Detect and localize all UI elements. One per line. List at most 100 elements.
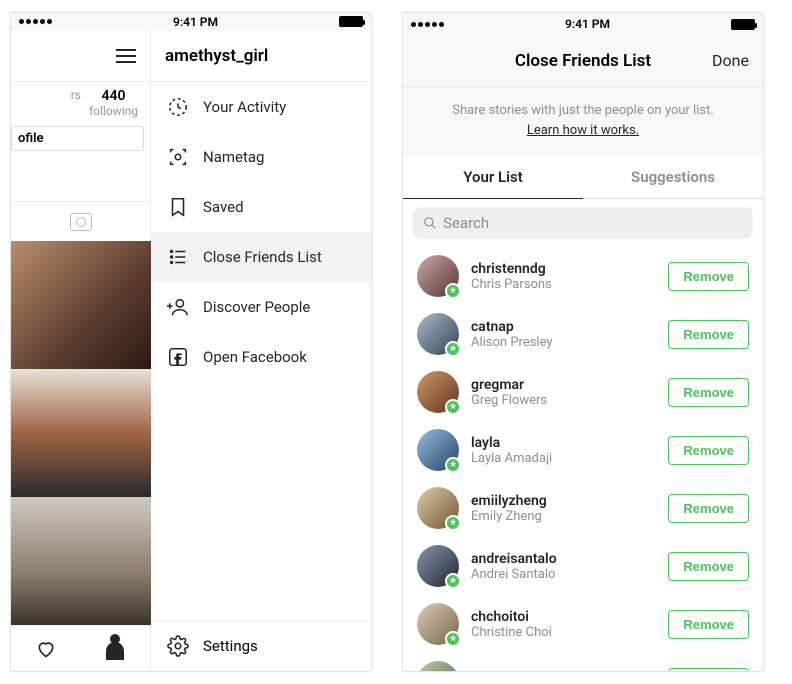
search-placeholder: Search	[443, 214, 489, 232]
remove-button[interactable]: Remove	[668, 436, 749, 465]
settings-label: Settings	[203, 637, 258, 655]
friend-list: ★ christenndgChris Parsons Remove ★ catnapAl…	[403, 247, 763, 671]
menu-item-label: Open Facebook	[203, 348, 307, 366]
friend-text: catnapAlison Presley	[471, 319, 656, 350]
remove-button[interactable]: Remove	[668, 494, 749, 523]
menu-item-list[interactable]: Close Friends List	[151, 232, 371, 282]
photo-thumbnail[interactable]	[11, 369, 151, 497]
star-badge-icon: ★	[445, 457, 461, 473]
friend-fullname: Alison Presley	[471, 335, 656, 350]
edit-profile-button[interactable]: ofile	[11, 126, 144, 151]
friend-username: gregmar	[471, 377, 656, 393]
profile-person-icon[interactable]	[104, 638, 126, 660]
screen-header: Close Friends List Done	[403, 35, 763, 87]
following-stat[interactable]: 440 following	[81, 88, 146, 118]
star-badge-icon: ★	[445, 399, 461, 415]
friend-username: catnap	[471, 319, 656, 335]
remove-button[interactable]: Remove	[668, 552, 749, 581]
status-time: 9:41 PM	[173, 15, 218, 29]
info-text: Share stories with just the people on yo…	[423, 101, 743, 121]
avatar[interactable]: ★	[417, 487, 459, 529]
tab-suggestions[interactable]: Suggestions	[583, 156, 763, 199]
remove-button[interactable]: Remove	[668, 262, 749, 291]
learn-link[interactable]: Learn how it works.	[527, 123, 639, 138]
friend-fullname: Greg Flowers	[471, 393, 656, 408]
friend-text: christenndgChris Parsons	[471, 261, 656, 292]
friend-text: andreisantaloAndrei Santalo	[471, 551, 656, 582]
friend-fullname: Layla Amadaji	[471, 451, 656, 466]
menu-item-label: Discover People	[203, 298, 310, 316]
activity-icon	[167, 96, 189, 118]
menu-item-facebook[interactable]: Open Facebook	[151, 332, 371, 382]
screen-title: Close Friends List	[515, 51, 651, 71]
side-drawer: amethyst_girl Your Activity Nametag Saved C…	[151, 30, 371, 671]
list-icon	[167, 246, 189, 268]
signal-dots-icon	[19, 19, 52, 24]
menu-item-label: Nametag	[203, 148, 264, 166]
drawer-username: amethyst_girl	[151, 30, 371, 82]
avatar[interactable]: ★	[417, 545, 459, 587]
friend-row: ★ catnapAlison Presley Remove	[403, 305, 763, 363]
remove-button[interactable]: Remove	[668, 610, 749, 639]
facebook-icon	[167, 346, 189, 368]
friend-fullname: Christine Choi	[471, 625, 656, 640]
menu-item-label: Close Friends List	[203, 248, 322, 266]
tab-your-list[interactable]: Your List	[403, 156, 583, 199]
friend-username: andreisantalo	[471, 551, 656, 567]
status-bar: 9:41 PM	[403, 13, 763, 35]
friend-fullname: Andrei Santalo	[471, 567, 656, 582]
battery-icon	[339, 16, 363, 27]
remove-button[interactable]: Remove	[668, 378, 749, 407]
avatar[interactable]: ★	[417, 255, 459, 297]
bottom-nav	[11, 625, 150, 671]
photo-grid	[11, 241, 150, 625]
adduser-icon	[167, 296, 189, 318]
photo-thumbnail[interactable]	[11, 497, 151, 625]
friend-text: gregmarGreg Flowers	[471, 377, 656, 408]
friend-username: chchoitoi	[471, 609, 656, 625]
avatar[interactable]: ★	[417, 661, 459, 671]
followers-label-cut: rs	[68, 88, 81, 118]
friend-text: chchoitoiChristine Choi	[471, 609, 656, 640]
activity-heart-icon[interactable]	[35, 639, 57, 659]
avatar[interactable]: ★	[417, 603, 459, 645]
remove-button[interactable]: Remove	[668, 668, 749, 672]
friend-row: ★ laylaLayla Amadaji Remove	[403, 421, 763, 479]
tagged-tab[interactable]	[11, 201, 150, 241]
remove-button[interactable]: Remove	[668, 320, 749, 349]
done-button[interactable]: Done	[712, 51, 749, 70]
nametag-icon	[167, 146, 189, 168]
friend-row: ★ gregmarGreg Flowers Remove	[403, 363, 763, 421]
star-badge-icon: ★	[445, 283, 461, 299]
friend-fullname: Emily Zheng	[471, 509, 656, 524]
avatar[interactable]: ★	[417, 313, 459, 355]
bookmark-icon	[167, 196, 189, 218]
hamburger-menu-icon[interactable]	[116, 49, 136, 63]
signal-dots-icon	[411, 22, 444, 27]
phone-left: 9:41 PM rs 440 following ofile	[10, 12, 372, 672]
search-input[interactable]: Search	[413, 207, 753, 239]
avatar[interactable]: ★	[417, 371, 459, 413]
photo-thumbnail[interactable]	[11, 241, 151, 369]
friend-row: ★ andreisantaloAndrei Santalo Remove	[403, 537, 763, 595]
menu-item-bookmark[interactable]: Saved	[151, 182, 371, 232]
star-badge-icon: ★	[445, 631, 461, 647]
menu-item-nametag[interactable]: Nametag	[151, 132, 371, 182]
friend-text: laylaLayla Amadaji	[471, 435, 656, 466]
menu-item-adduser[interactable]: Discover People	[151, 282, 371, 332]
search-icon	[423, 216, 437, 230]
avatar[interactable]: ★	[417, 429, 459, 471]
status-time: 9:41 PM	[565, 17, 610, 31]
friend-username: layla	[471, 435, 656, 451]
menu-item-label: Saved	[203, 198, 244, 216]
star-badge-icon: ★	[445, 341, 461, 357]
tagged-icon	[70, 213, 92, 231]
info-banner: Share stories with just the people on yo…	[403, 87, 763, 156]
friend-row: ★ christenndgChris Parsons Remove	[403, 247, 763, 305]
status-bar: 9:41 PM	[11, 13, 371, 30]
phone-right: 9:41 PM Close Friends List Done Share st…	[402, 12, 764, 672]
settings-menu-item[interactable]: Settings	[151, 620, 371, 671]
profile-partial: rs 440 following ofile	[11, 30, 151, 671]
menu-item-label: Your Activity	[203, 98, 286, 116]
menu-item-activity[interactable]: Your Activity	[151, 82, 371, 132]
